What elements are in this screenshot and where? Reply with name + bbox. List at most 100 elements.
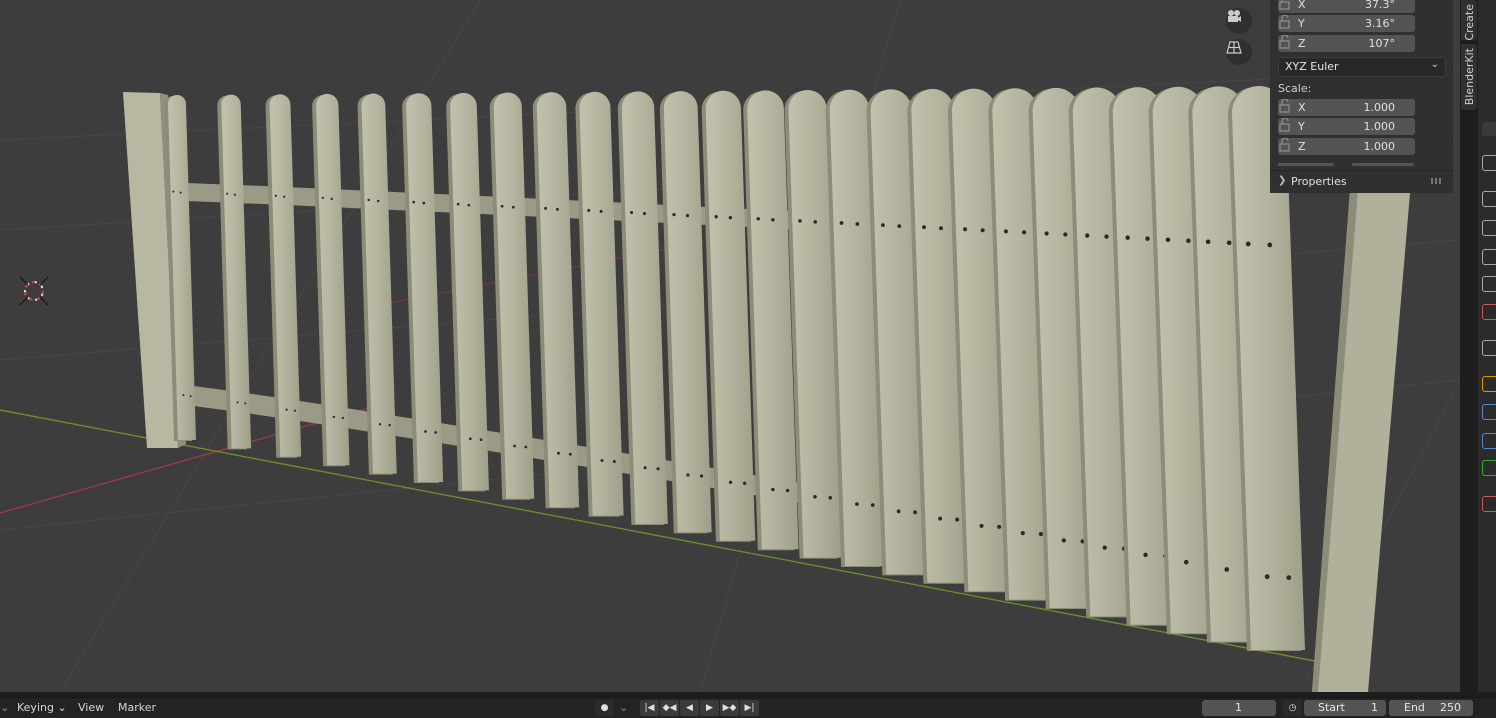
output-icon[interactable] <box>1482 191 1496 207</box>
nail-hole <box>236 401 239 404</box>
tool-icon[interactable] <box>1482 122 1496 136</box>
play-reverse-icon: ◀ <box>686 703 693 713</box>
nail-hole <box>388 423 391 427</box>
rotation-x-field[interactable]: X 37.3° <box>1278 0 1415 13</box>
scene-icon[interactable] <box>1482 249 1496 265</box>
nail-hole <box>285 408 288 411</box>
nail-hole <box>938 516 943 521</box>
particles-icon[interactable] <box>1482 404 1496 420</box>
lock-icon[interactable] <box>1278 15 1292 29</box>
current-frame-field[interactable]: 1 <box>1202 700 1276 716</box>
menu-view[interactable]: View <box>78 701 104 714</box>
nail-hole <box>1264 574 1270 580</box>
lock-icon[interactable] <box>1278 35 1292 49</box>
camera-view-button[interactable] <box>1226 8 1252 34</box>
nail-hole <box>756 217 760 221</box>
scale-label: Scale: <box>1278 82 1312 95</box>
nail-hole <box>629 210 634 215</box>
nail-hole <box>896 509 901 514</box>
scale-z-field[interactable]: Z 1.000 <box>1278 138 1415 155</box>
properties-panel-header[interactable]: ❯ Properties <box>1270 170 1453 193</box>
tab-create[interactable]: Create <box>1461 0 1477 41</box>
nail-hole <box>643 466 647 470</box>
prev-keyframe-button[interactable]: ◆◀ <box>660 700 679 716</box>
render-icon[interactable] <box>1482 155 1496 171</box>
nail-hole <box>714 215 718 219</box>
nail-hole <box>813 220 818 224</box>
nail-hole <box>742 481 747 485</box>
scale-y-field[interactable]: Y 1.000 <box>1278 118 1415 135</box>
nail-hole <box>376 199 380 203</box>
nail-hole <box>771 218 775 222</box>
nail-hole <box>469 437 472 441</box>
play-reverse-button[interactable]: ◀ <box>680 700 699 716</box>
nail-hole <box>172 190 175 193</box>
nail-hole <box>963 227 968 232</box>
jump-start-button[interactable]: |◀ <box>640 700 659 716</box>
nail-hole <box>513 444 517 448</box>
nail-hole <box>1061 538 1066 543</box>
nail-hole <box>1165 237 1171 243</box>
grid-icon <box>1226 41 1242 54</box>
nail-hole <box>798 219 802 223</box>
nail-hole <box>544 206 548 210</box>
nail-hole <box>1205 239 1211 245</box>
jump-end-icon: ▶| <box>744 703 755 713</box>
nail-hole <box>686 473 690 477</box>
rotation-mode-dropdown[interactable]: XYZ Euler ⌄ <box>1278 57 1446 77</box>
start-frame-field[interactable]: Start 1 <box>1304 700 1386 716</box>
chevron-down-icon[interactable]: ⌄ <box>619 701 628 714</box>
3d-viewport[interactable]: X 37.3° Y 3.16° Z 107° XYZ Euler ⌄ Scale: X… <box>0 0 1460 692</box>
nail-hole <box>1085 233 1090 238</box>
nail-hole <box>182 394 185 397</box>
nail-hole <box>500 204 504 208</box>
modifier-icon[interactable] <box>1482 376 1496 392</box>
preview-range-button[interactable]: ◷ <box>1283 700 1302 716</box>
nail-hole <box>979 523 984 528</box>
data-icon[interactable] <box>1482 460 1496 476</box>
camera-icon <box>1228 10 1241 22</box>
nail-hole <box>479 438 483 442</box>
sidebar-tabs: Create BlenderKit <box>1460 0 1478 111</box>
drag-handle-icon[interactable] <box>1431 178 1443 184</box>
scale-x-field[interactable]: X 1.000 <box>1278 99 1415 116</box>
lock-icon[interactable] <box>1278 118 1292 132</box>
nail-hole <box>728 480 733 484</box>
editor-type-chevron-icon[interactable]: ⌄ <box>0 701 9 714</box>
play-button[interactable]: ▶ <box>700 700 719 716</box>
rotation-z-row: Z 107° <box>1278 35 1446 53</box>
material-icon[interactable] <box>1482 496 1496 512</box>
perspective-toggle-button[interactable] <box>1226 39 1252 65</box>
rotation-y-field[interactable]: Y 3.16° <box>1278 15 1415 32</box>
nail-hole <box>422 201 426 205</box>
lock-icon[interactable] <box>1278 99 1292 113</box>
nail-hole <box>699 474 704 478</box>
nail-hole <box>1224 567 1230 572</box>
rotation-z-field[interactable]: Z 107° <box>1278 35 1415 52</box>
lock-icon[interactable] <box>1278 138 1292 152</box>
next-keyframe-button[interactable]: ▶◆ <box>720 700 739 716</box>
nail-hole <box>524 445 528 449</box>
nail-hole <box>568 452 572 456</box>
nail-hole <box>785 488 790 493</box>
physics-icon[interactable] <box>1482 433 1496 449</box>
panel-divider <box>1278 163 1334 166</box>
tab-blenderkit[interactable]: BlenderKit <box>1461 44 1477 110</box>
end-frame-field[interactable]: End 250 <box>1389 700 1473 716</box>
nail-hole <box>1102 545 1107 550</box>
nail-hole <box>1145 236 1150 241</box>
object-icon[interactable] <box>1482 340 1496 356</box>
nail-hole <box>771 487 775 492</box>
menu-marker[interactable]: Marker <box>118 701 156 714</box>
nail-hole <box>1038 532 1043 537</box>
picket-fence <box>123 86 1410 692</box>
jump-end-button[interactable]: ▶| <box>740 700 759 716</box>
world-icon[interactable] <box>1482 276 1496 292</box>
view-layer-icon[interactable] <box>1482 220 1496 236</box>
lock-icon[interactable] <box>1278 0 1292 10</box>
menu-keying[interactable]: Keying ⌄ <box>17 701 67 714</box>
collection-icon[interactable] <box>1482 304 1496 320</box>
auto-keying-button[interactable]: ● <box>595 700 614 716</box>
play-icon: ▶ <box>706 703 713 713</box>
timeline-header: ⌄ Keying ⌄ View Marker ● ⌄ |◀ ◆◀ ◀ ▶ ▶◆ … <box>0 697 1496 718</box>
